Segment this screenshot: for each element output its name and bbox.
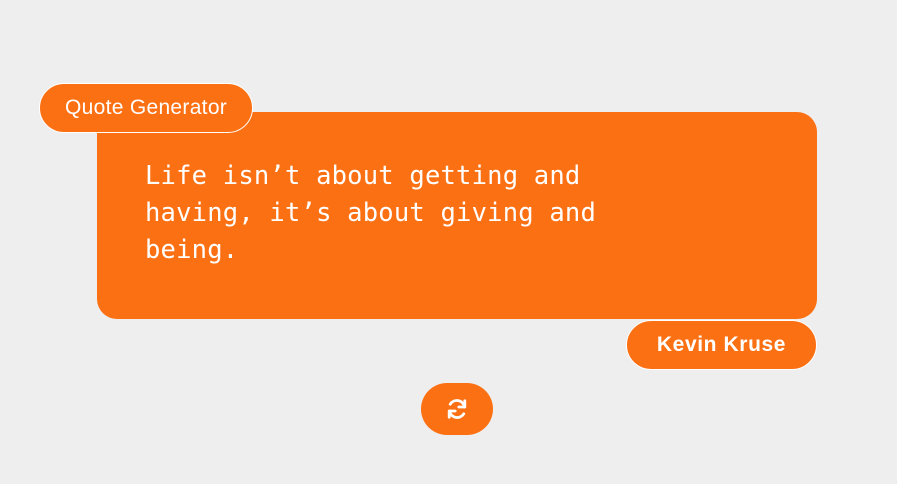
quote-author-badge: Kevin Kruse (626, 320, 817, 370)
new-quote-button[interactable] (421, 383, 493, 435)
quote-card: Life isn’t about getting and having, it’… (97, 112, 817, 319)
refresh-icon (445, 397, 469, 421)
quote-text: Life isn’t about getting and having, it’… (145, 161, 597, 265)
app-title-badge: Quote Generator (39, 83, 254, 133)
